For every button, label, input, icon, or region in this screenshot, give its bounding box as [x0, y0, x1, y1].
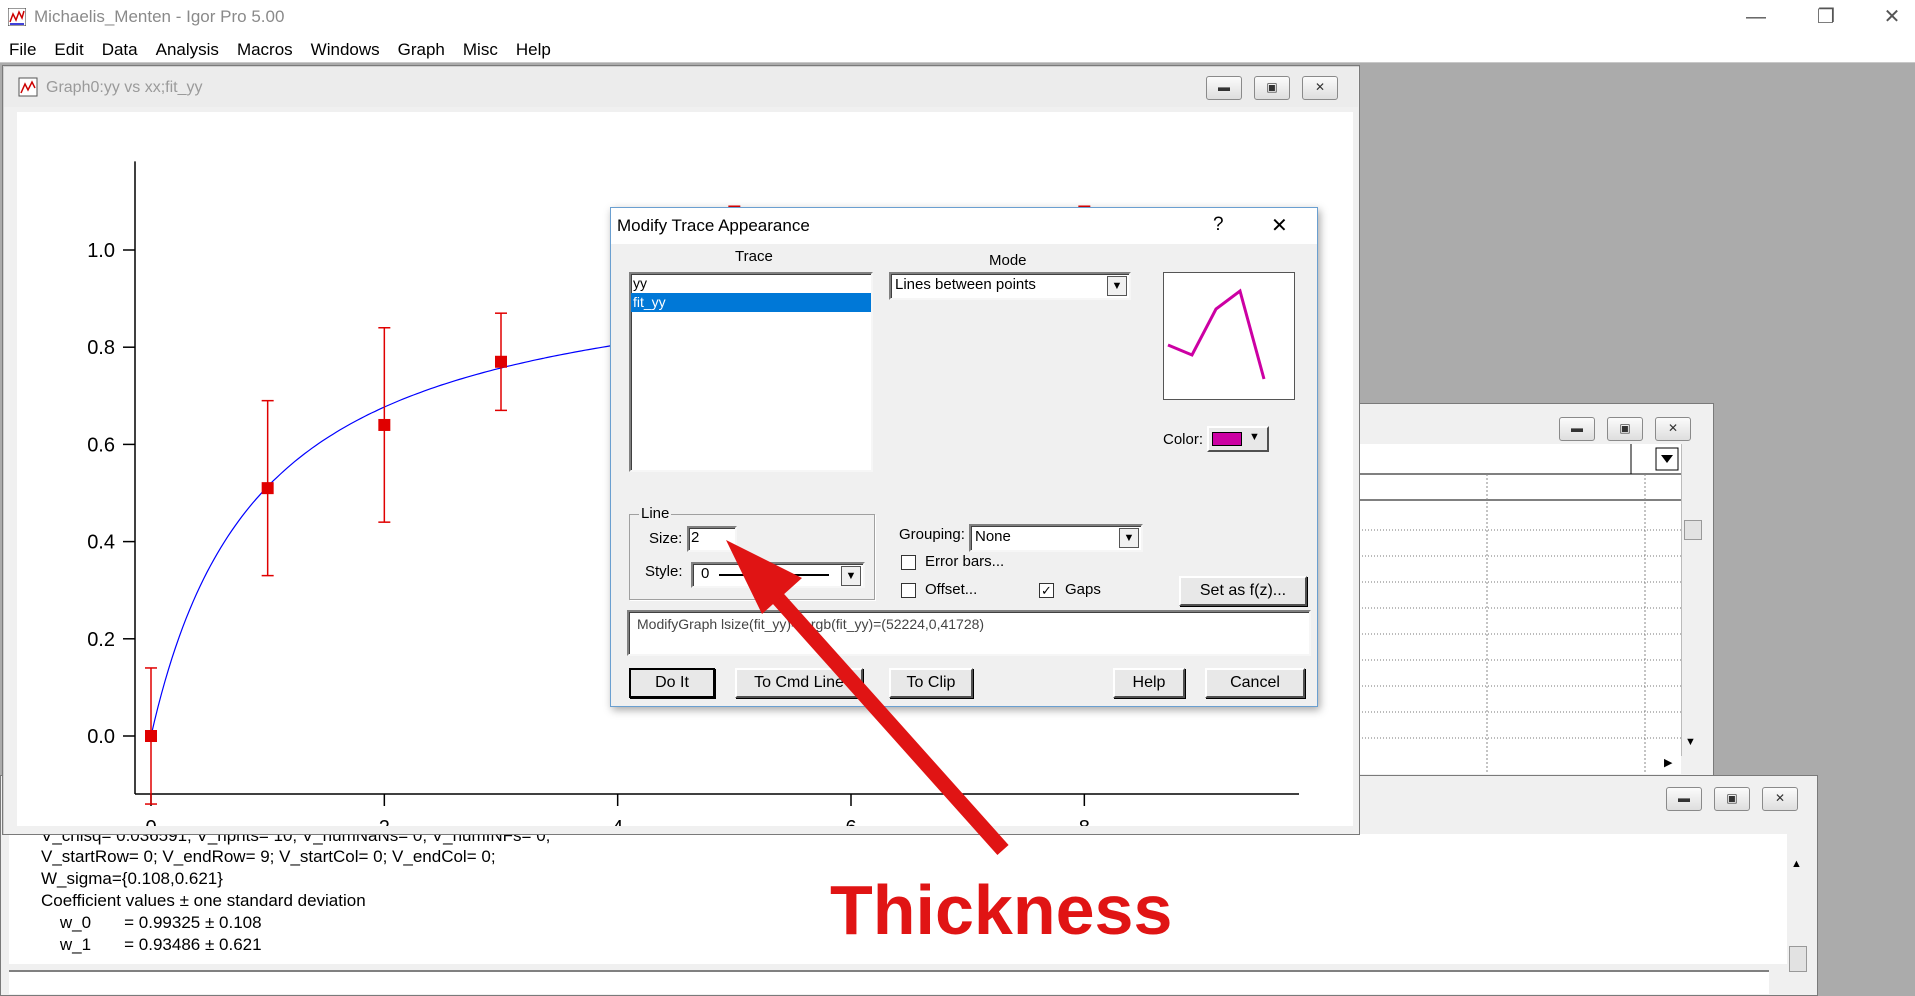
annotation-arrow	[726, 540, 1009, 855]
annotation-label: Thickness	[830, 871, 1173, 949]
